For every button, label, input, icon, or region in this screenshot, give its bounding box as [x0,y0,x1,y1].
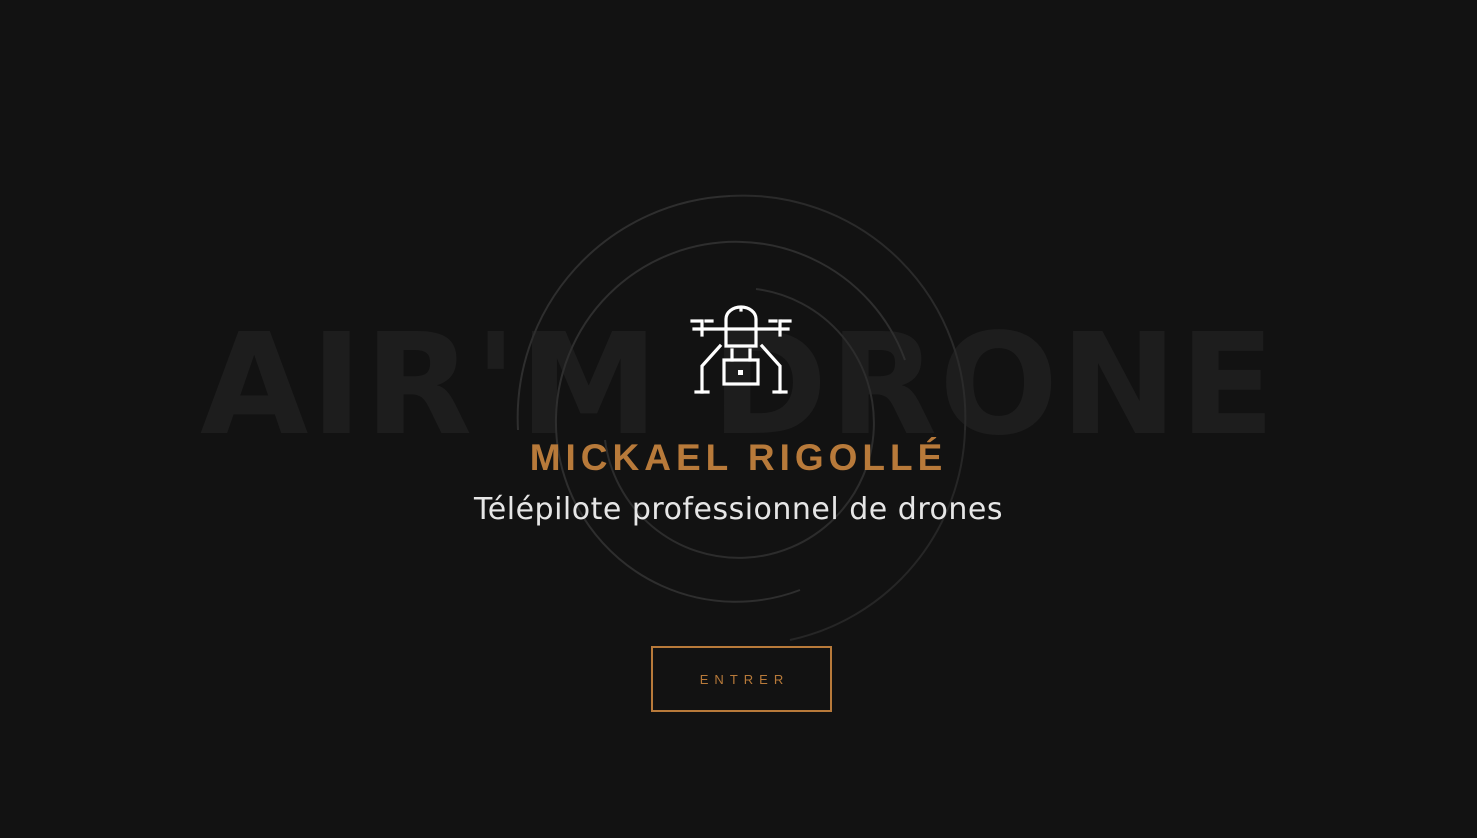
splash-screen: AIR'M DRONE MICKAEL RIGOLLÉ Télépilote p… [0,0,1477,838]
drone-icon [690,305,792,394]
enter-button[interactable]: ENTRER [651,646,832,712]
middle-ring-arc [555,240,906,603]
enter-button-label: ENTRER [699,671,790,687]
tagline: Télépilote professionnel de drones [474,492,1003,527]
pilot-name: MICKAEL RIGOLLÉ [529,437,948,478]
decorative-rings [516,194,967,641]
